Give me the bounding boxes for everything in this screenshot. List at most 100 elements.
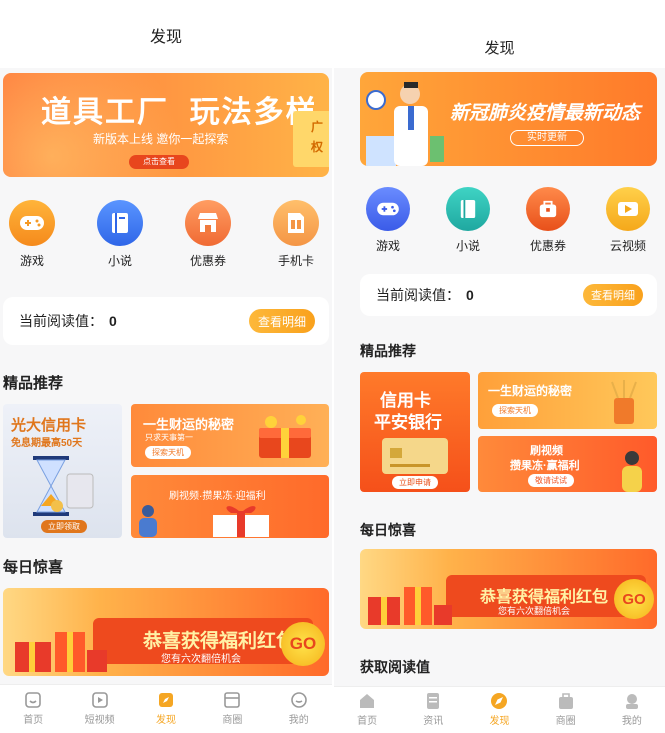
banner-subtitle: 新版本上线 邀你一起探索 <box>93 132 229 146</box>
tab-label: 发现 <box>155 715 176 726</box>
quick-icon-coupon[interactable]: 优惠券 <box>520 187 576 254</box>
discover-icon <box>491 693 508 709</box>
play-icon <box>606 187 650 231</box>
person-icon <box>139 505 157 537</box>
tab-label: 我的 <box>288 715 309 726</box>
page-title: 发现 <box>334 0 665 68</box>
gift-pile-icon <box>368 587 452 625</box>
featured-heading: 精品推荐 <box>360 343 416 359</box>
tab-short-video[interactable]: 短视频 <box>70 691 130 733</box>
daily-surprise-heading: 每日惊喜 <box>3 559 64 576</box>
wealth-tile[interactable]: 一生财运的秘密 探索天机 <box>478 372 657 429</box>
video-title: 刷视频·攒果冻·迎福利 <box>169 491 266 502</box>
gift-box-icon <box>213 506 269 537</box>
banner-headline: 道具工厂 玩法多样 <box>41 96 318 129</box>
wealth-button[interactable]: 探索天机 <box>145 446 191 459</box>
bank-card-icon <box>382 438 448 474</box>
right-screen: 发现 新冠肺炎疫情最新动态 实时更新 游戏 小说 优惠券 云视频 当前阅读值： … <box>334 0 665 733</box>
red-packet-banner[interactable]: 恭喜获得福利红包 您有六次翻倍机会 GO <box>3 588 329 676</box>
bottom-tab-bar: 首页 资讯 发现 商圈 我的 <box>334 686 665 733</box>
quick-icon-label: 小说 <box>455 239 480 253</box>
covid-banner[interactable]: 新冠肺炎疫情最新动态 实时更新 <box>360 72 657 166</box>
video-tile[interactable]: 刷视频·攒果冻·迎福利 <box>131 475 329 538</box>
earn-reading-heading: 获取阅读值 <box>360 659 430 675</box>
reading-value-card: 当前阅读值： 0 查看明细 <box>360 274 657 316</box>
go-button[interactable]: GO <box>281 622 325 666</box>
store-icon <box>224 692 241 708</box>
lucky-sticks-icon <box>611 380 637 424</box>
tab-home[interactable]: 首页 <box>3 691 63 733</box>
reading-value: 0 <box>466 287 474 303</box>
quick-icon-game[interactable]: 游戏 <box>360 187 416 254</box>
tab-profile[interactable]: 我的 <box>602 692 662 733</box>
quick-icon-sim[interactable]: 手机卡 <box>268 200 324 269</box>
red-packet-sub: 您有六次翻倍机会 <box>161 654 241 665</box>
view-detail-button[interactable]: 查看明细 <box>249 309 315 333</box>
quick-icon-novel[interactable]: 小说 <box>92 200 148 269</box>
video-tile[interactable]: 刷视频 攒果冻·赢福利 敬请试试 <box>478 436 657 492</box>
book-icon <box>446 187 490 231</box>
wealth-sub: 只求天事第一 <box>145 433 193 442</box>
banner-cta-button[interactable]: 点击查看 <box>129 155 189 169</box>
tab-news[interactable]: 资讯 <box>403 692 463 733</box>
credit-card-button[interactable]: 立即领取 <box>41 520 87 533</box>
tab-profile[interactable]: 我的 <box>269 691 329 733</box>
tab-label: 资讯 <box>423 716 444 727</box>
page-title: 发现 <box>0 0 332 68</box>
quick-icons: 游戏 小说 优惠券 手机卡 <box>4 200 324 269</box>
red-packet-banner[interactable]: 恭喜获得福利红包 您有六次翻倍机会 GO <box>360 549 657 629</box>
reading-value-card: 当前阅读值： 0 查看明细 <box>3 297 329 345</box>
go-label: GO <box>622 590 646 608</box>
page-title-text: 发现 <box>484 40 515 57</box>
gamepad-icon <box>366 187 410 231</box>
book-icon <box>97 200 143 246</box>
red-packet-title: 恭喜获得福利红包 <box>143 631 296 652</box>
store-icon <box>558 693 573 709</box>
promo-banner[interactable]: 道具工厂 玩法多样 新版本上线 邀你一起探索 点击查看 广 权 <box>3 73 329 177</box>
credit-card-tile[interactable]: 信用卡 平安银行 立即申请 <box>360 372 470 492</box>
video-icon <box>91 692 108 708</box>
bottom-tab-bar: 首页 短视频 发现 商圈 我的 <box>0 684 332 733</box>
video-button[interactable]: 敬请试试 <box>528 474 574 487</box>
video-title: 刷视频 <box>530 445 563 457</box>
quick-icon-label: 优惠券 <box>189 254 226 268</box>
daily-surprise-heading: 每日惊喜 <box>360 522 416 538</box>
tab-discover[interactable]: 发现 <box>136 691 196 733</box>
quick-icon-coupon[interactable]: 优惠券 <box>180 200 236 269</box>
profile-icon <box>625 694 638 709</box>
discover-icon <box>158 693 173 707</box>
reading-value-label: 当前阅读值： <box>376 287 460 303</box>
featured-heading: 精品推荐 <box>3 375 64 392</box>
shop-icon <box>185 200 231 246</box>
credit-card-tile[interactable]: 光大信用卡 免息期最高50天 立即领取 <box>3 404 122 538</box>
page-title-text: 发现 <box>149 29 182 46</box>
tab-label: 发现 <box>489 716 510 727</box>
credit-card-sub: 免息期最高50天 <box>11 438 83 449</box>
wealth-button[interactable]: 探索天机 <box>492 404 538 417</box>
shop-icon <box>526 187 570 231</box>
tab-label: 我的 <box>621 716 642 727</box>
tab-label: 首页 <box>357 716 378 727</box>
tab-store[interactable]: 商圈 <box>536 692 596 733</box>
left-screen: 发现 道具工厂 玩法多样 新版本上线 邀你一起探索 点击查看 广 权 游戏 小说… <box>0 0 332 733</box>
go-button[interactable]: GO <box>614 579 654 619</box>
red-packet-sub: 您有六次翻倍机会 <box>498 606 571 616</box>
quick-icon-game[interactable]: 游戏 <box>4 200 60 269</box>
credit-card-title: 光大信用卡 <box>11 417 87 434</box>
banner-cta-button[interactable]: 实时更新 <box>510 130 584 146</box>
banner-headline: 新冠肺炎疫情最新动态 <box>450 103 641 124</box>
gift-pile-icon <box>15 632 107 672</box>
gamepad-icon <box>9 200 55 246</box>
credit-card-button[interactable]: 立即申请 <box>392 476 438 489</box>
wealth-tile[interactable]: 一生财运的秘密 只求天事第一 探索天机 <box>131 404 329 467</box>
go-label: GO <box>289 634 317 653</box>
quick-icon-label: 云视频 <box>609 239 646 253</box>
tab-discover[interactable]: 发现 <box>469 692 529 733</box>
view-detail-button[interactable]: 查看明细 <box>583 284 643 306</box>
tab-store[interactable]: 商圈 <box>202 691 262 733</box>
tab-home[interactable]: 首页 <box>337 692 397 733</box>
profile-icon <box>290 692 307 708</box>
quick-icon-novel[interactable]: 小说 <box>440 187 496 254</box>
quick-icon-cloud-video[interactable]: 云视频 <box>600 187 656 254</box>
wealth-title: 一生财运的秘密 <box>143 417 235 432</box>
